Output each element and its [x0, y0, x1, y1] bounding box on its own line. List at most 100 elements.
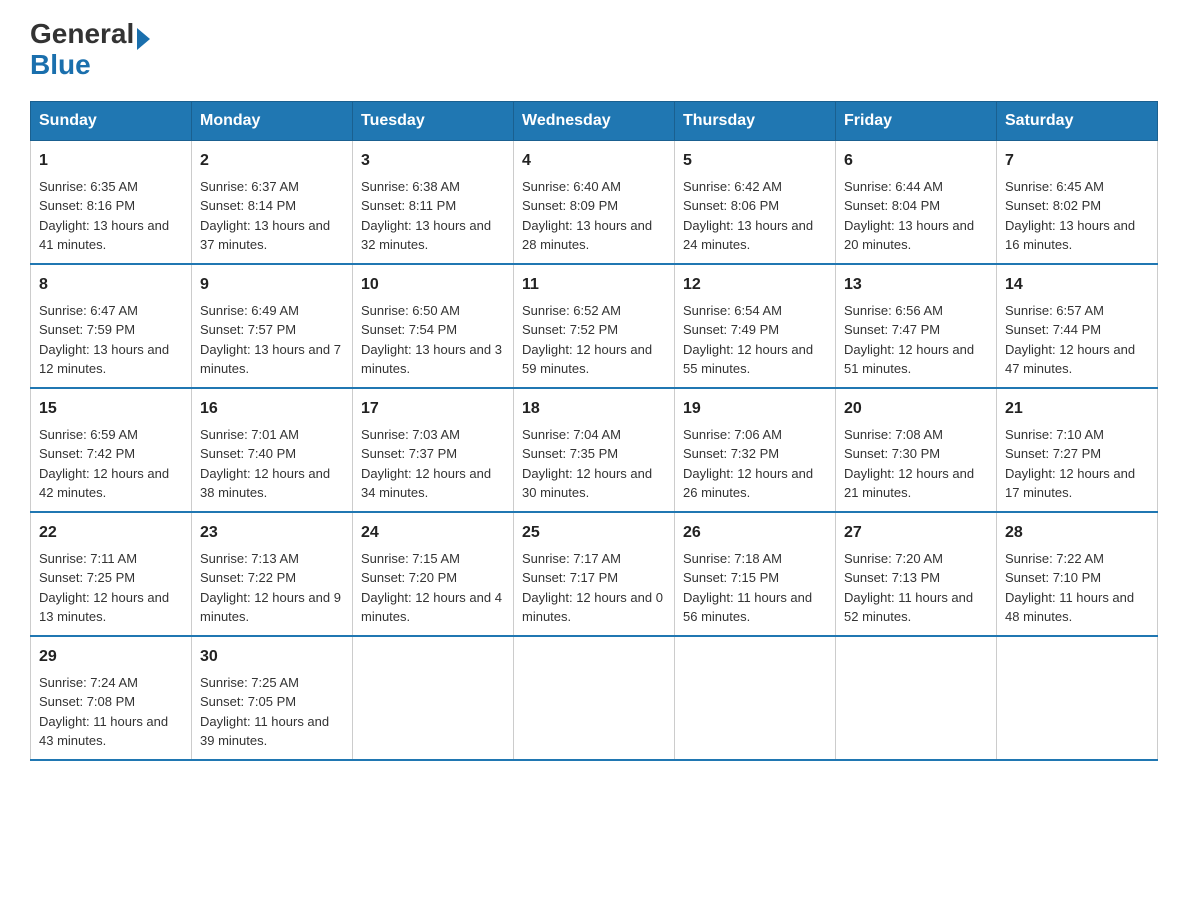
calendar-cell: 26 Sunrise: 7:18 AMSunset: 7:15 PMDayligh… — [675, 512, 836, 636]
day-number: 25 — [522, 521, 666, 545]
day-info: Sunrise: 7:10 AMSunset: 7:27 PMDaylight:… — [1005, 427, 1135, 501]
day-number: 26 — [683, 521, 827, 545]
day-info: Sunrise: 7:18 AMSunset: 7:15 PMDaylight:… — [683, 551, 812, 625]
calendar-cell: 13 Sunrise: 6:56 AMSunset: 7:47 PMDayligh… — [836, 264, 997, 388]
calendar-cell: 7 Sunrise: 6:45 AMSunset: 8:02 PMDaylight… — [997, 140, 1158, 264]
calendar-cell: 9 Sunrise: 6:49 AMSunset: 7:57 PMDaylight… — [192, 264, 353, 388]
calendar-cell: 15 Sunrise: 6:59 AMSunset: 7:42 PMDayligh… — [31, 388, 192, 512]
calendar-cell: 8Sunrise: 6:47 AMSunset: 7:59 PMDaylight… — [31, 264, 192, 388]
calendar-cell: 21 Sunrise: 7:10 AMSunset: 7:27 PMDayligh… — [997, 388, 1158, 512]
day-number: 17 — [361, 397, 505, 421]
day-number: 12 — [683, 273, 827, 297]
day-number: 18 — [522, 397, 666, 421]
day-number: 6 — [844, 149, 988, 173]
day-header-saturday: Saturday — [997, 101, 1158, 140]
day-info: Sunrise: 7:04 AMSunset: 7:35 PMDaylight:… — [522, 427, 652, 501]
calendar-week-row: 15 Sunrise: 6:59 AMSunset: 7:42 PMDayligh… — [31, 388, 1158, 512]
day-info: Sunrise: 6:54 AMSunset: 7:49 PMDaylight:… — [683, 303, 813, 377]
day-number: 24 — [361, 521, 505, 545]
day-info: Sunrise: 7:15 AMSunset: 7:20 PMDaylight:… — [361, 551, 502, 625]
day-number: 13 — [844, 273, 988, 297]
day-header-tuesday: Tuesday — [353, 101, 514, 140]
day-number: 19 — [683, 397, 827, 421]
day-info: Sunrise: 6:59 AMSunset: 7:42 PMDaylight:… — [39, 427, 169, 501]
day-header-friday: Friday — [836, 101, 997, 140]
calendar-cell: 22Sunrise: 7:11 AMSunset: 7:25 PMDayligh… — [31, 512, 192, 636]
calendar-cell: 20 Sunrise: 7:08 AMSunset: 7:30 PMDayligh… — [836, 388, 997, 512]
calendar-cell: 3 Sunrise: 6:38 AMSunset: 8:11 PMDaylight… — [353, 140, 514, 264]
calendar-cell: 1Sunrise: 6:35 AMSunset: 8:16 PMDaylight… — [31, 140, 192, 264]
calendar-cell: 10 Sunrise: 6:50 AMSunset: 7:54 PMDayligh… — [353, 264, 514, 388]
day-info: Sunrise: 7:01 AMSunset: 7:40 PMDaylight:… — [200, 427, 330, 501]
day-header-sunday: Sunday — [31, 101, 192, 140]
day-info: Sunrise: 7:06 AMSunset: 7:32 PMDaylight:… — [683, 427, 813, 501]
logo: General Blue — [30, 20, 150, 81]
day-info: Sunrise: 7:13 AMSunset: 7:22 PMDaylight:… — [200, 551, 341, 625]
day-info: Sunrise: 6:50 AMSunset: 7:54 PMDaylight:… — [361, 303, 502, 377]
day-info: Sunrise: 6:44 AMSunset: 8:04 PMDaylight:… — [844, 179, 974, 253]
calendar-cell — [353, 636, 514, 760]
day-info: Sunrise: 6:57 AMSunset: 7:44 PMDaylight:… — [1005, 303, 1135, 377]
calendar-cell: 11Sunrise: 6:52 AMSunset: 7:52 PMDayligh… — [514, 264, 675, 388]
calendar-cell: 18 Sunrise: 7:04 AMSunset: 7:35 PMDayligh… — [514, 388, 675, 512]
calendar-cell: 17 Sunrise: 7:03 AMSunset: 7:37 PMDayligh… — [353, 388, 514, 512]
calendar-cell: 19 Sunrise: 7:06 AMSunset: 7:32 PMDayligh… — [675, 388, 836, 512]
day-header-wednesday: Wednesday — [514, 101, 675, 140]
calendar-cell — [997, 636, 1158, 760]
day-info: Sunrise: 7:11 AMSunset: 7:25 PMDaylight:… — [39, 551, 169, 625]
calendar-cell: 14 Sunrise: 6:57 AMSunset: 7:44 PMDayligh… — [997, 264, 1158, 388]
day-info: Sunrise: 6:37 AMSunset: 8:14 PMDaylight:… — [200, 179, 330, 253]
calendar-cell: 27Sunrise: 7:20 AMSunset: 7:13 PMDayligh… — [836, 512, 997, 636]
day-number: 21 — [1005, 397, 1149, 421]
day-number: 2 — [200, 149, 344, 173]
calendar-cell: 25 Sunrise: 7:17 AMSunset: 7:17 PMDayligh… — [514, 512, 675, 636]
calendar-cell: 29 Sunrise: 7:24 AMSunset: 7:08 PMDayligh… — [31, 636, 192, 760]
day-info: Sunrise: 7:22 AMSunset: 7:10 PMDaylight:… — [1005, 551, 1134, 625]
day-header-monday: Monday — [192, 101, 353, 140]
calendar-cell — [675, 636, 836, 760]
day-number: 29 — [39, 645, 183, 669]
day-info: Sunrise: 7:17 AMSunset: 7:17 PMDaylight:… — [522, 551, 663, 625]
calendar-cell — [514, 636, 675, 760]
calendar-cell: 6 Sunrise: 6:44 AMSunset: 8:04 PMDaylight… — [836, 140, 997, 264]
day-number: 15 — [39, 397, 183, 421]
day-info: Sunrise: 7:03 AMSunset: 7:37 PMDaylight:… — [361, 427, 491, 501]
day-number: 10 — [361, 273, 505, 297]
day-info: Sunrise: 6:45 AMSunset: 8:02 PMDaylight:… — [1005, 179, 1135, 253]
calendar-cell: 24 Sunrise: 7:15 AMSunset: 7:20 PMDayligh… — [353, 512, 514, 636]
day-number: 23 — [200, 521, 344, 545]
day-number: 30 — [200, 645, 344, 669]
day-header-thursday: Thursday — [675, 101, 836, 140]
calendar-cell: 12 Sunrise: 6:54 AMSunset: 7:49 PMDayligh… — [675, 264, 836, 388]
day-info: Sunrise: 7:20 AMSunset: 7:13 PMDaylight:… — [844, 551, 973, 625]
day-number: 5 — [683, 149, 827, 173]
day-info: Sunrise: 6:47 AMSunset: 7:59 PMDaylight:… — [39, 303, 169, 377]
day-info: Sunrise: 6:38 AMSunset: 8:11 PMDaylight:… — [361, 179, 491, 253]
calendar-cell: 30 Sunrise: 7:25 AMSunset: 7:05 PMDayligh… — [192, 636, 353, 760]
calendar-cell: 4Sunrise: 6:40 AMSunset: 8:09 PMDaylight… — [514, 140, 675, 264]
calendar-cell: 23 Sunrise: 7:13 AMSunset: 7:22 PMDayligh… — [192, 512, 353, 636]
calendar-table: SundayMondayTuesdayWednesdayThursdayFrid… — [30, 101, 1158, 761]
day-info: Sunrise: 6:56 AMSunset: 7:47 PMDaylight:… — [844, 303, 974, 377]
calendar-week-row: 29 Sunrise: 7:24 AMSunset: 7:08 PMDayligh… — [31, 636, 1158, 760]
page-header: General Blue — [30, 20, 1158, 81]
day-info: Sunrise: 6:42 AMSunset: 8:06 PMDaylight:… — [683, 179, 813, 253]
calendar-header-row: SundayMondayTuesdayWednesdayThursdayFrid… — [31, 101, 1158, 140]
day-number: 14 — [1005, 273, 1149, 297]
day-info: Sunrise: 7:24 AMSunset: 7:08 PMDaylight:… — [39, 675, 168, 749]
day-info: Sunrise: 7:08 AMSunset: 7:30 PMDaylight:… — [844, 427, 974, 501]
day-number: 1 — [39, 149, 183, 173]
calendar-cell: 16Sunrise: 7:01 AMSunset: 7:40 PMDayligh… — [192, 388, 353, 512]
calendar-week-row: 22Sunrise: 7:11 AMSunset: 7:25 PMDayligh… — [31, 512, 1158, 636]
day-number: 7 — [1005, 149, 1149, 173]
logo-wordmark: General — [30, 20, 150, 50]
day-info: Sunrise: 7:25 AMSunset: 7:05 PMDaylight:… — [200, 675, 329, 749]
day-number: 3 — [361, 149, 505, 173]
calendar-cell: 5 Sunrise: 6:42 AMSunset: 8:06 PMDaylight… — [675, 140, 836, 264]
calendar-cell: 2 Sunrise: 6:37 AMSunset: 8:14 PMDaylight… — [192, 140, 353, 264]
day-number: 9 — [200, 273, 344, 297]
day-number: 20 — [844, 397, 988, 421]
day-info: Sunrise: 6:49 AMSunset: 7:57 PMDaylight:… — [200, 303, 341, 377]
calendar-week-row: 1Sunrise: 6:35 AMSunset: 8:16 PMDaylight… — [31, 140, 1158, 264]
day-number: 11 — [522, 273, 666, 297]
